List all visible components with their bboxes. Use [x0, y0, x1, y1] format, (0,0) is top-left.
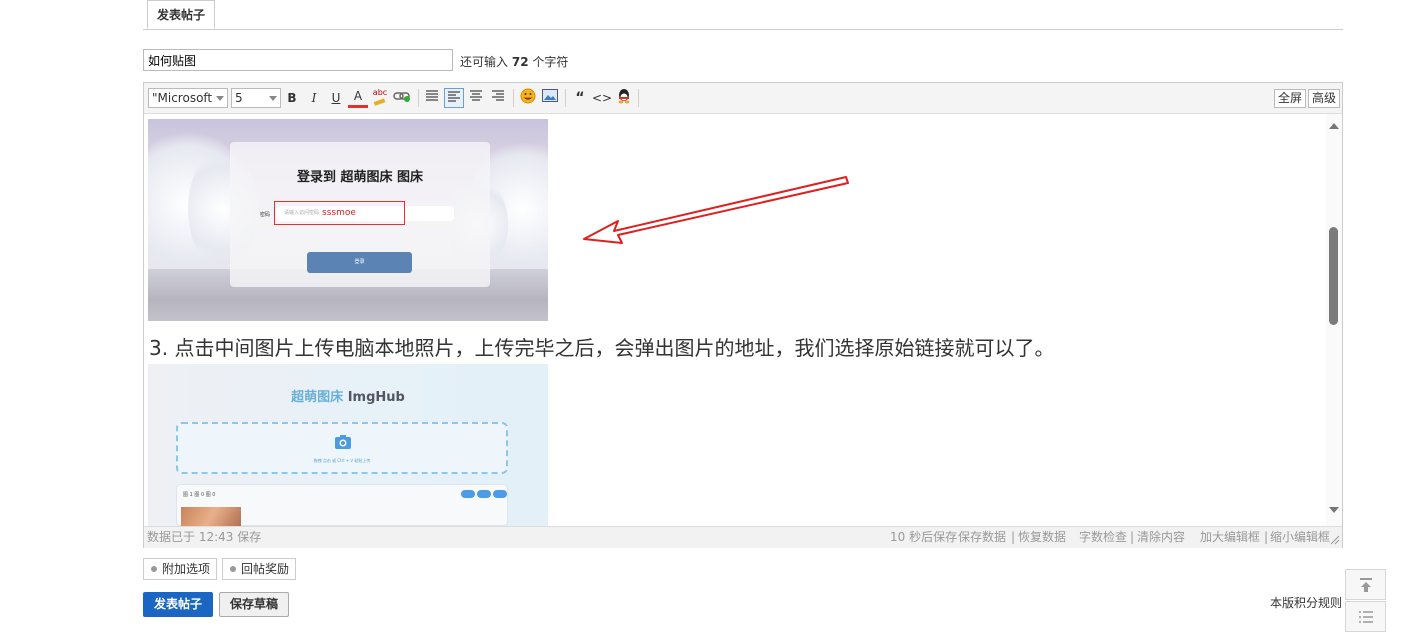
tab-bar — [143, 0, 1343, 30]
reply-reward-button[interactable]: 回帖奖励 — [222, 558, 297, 580]
code-icon: <> — [592, 91, 613, 105]
fullscreen-button[interactable]: 全屏 — [1274, 89, 1307, 108]
enlarge-editor-link[interactable]: 加大编辑框 — [1200, 527, 1260, 547]
editor-statusbar: 数据已于 12:43 保存 10 秒后保存 保存数据 | 恢复数据 字数检查 |… — [144, 526, 1342, 548]
imghub-title: 超萌图床 ImgHub — [148, 386, 548, 405]
editor-content[interactable]: 登录到 超萌图床 图床 密码 请输入访问密码 sssmoe 登录 3. 点击中间… — [144, 114, 1326, 526]
list-icon — [1359, 611, 1373, 623]
remain-prefix: 还可输入 — [460, 55, 509, 69]
justify-button[interactable] — [422, 88, 442, 108]
back-to-top-button[interactable] — [1345, 569, 1386, 600]
shrink-editor-link[interactable]: 缩小编辑框 — [1270, 527, 1330, 547]
camera-icon — [335, 435, 351, 449]
emoticon-icon — [520, 88, 536, 104]
toolbar-separator — [638, 89, 639, 107]
login-screenshot-image: 登录到 超萌图床 图床 密码 请输入访问密码 sssmoe 登录 — [148, 119, 548, 321]
qq-button[interactable] — [614, 88, 634, 108]
image-icon — [542, 89, 558, 102]
list-action-pill — [477, 490, 491, 498]
status-sep: | — [1130, 530, 1135, 544]
remain-suffix: 个字符 — [532, 55, 569, 69]
advanced-button[interactable]: 高级 — [1308, 89, 1341, 108]
tab-post[interactable]: 发表帖子 — [147, 0, 215, 29]
align-left-icon — [448, 91, 460, 102]
underline-button[interactable]: U — [326, 88, 346, 108]
toolbar-separator — [513, 89, 514, 107]
typed-password: sssmoe — [322, 208, 356, 218]
scroll-up-icon[interactable] — [1329, 123, 1339, 129]
status-sep: | — [1011, 530, 1016, 544]
wordcheck-link[interactable]: 字数检查 — [1079, 527, 1127, 547]
extra-options-button[interactable]: 附加选项 — [143, 558, 218, 580]
login-title: 登录到 超萌图床 图床 — [296, 170, 424, 185]
upload-dropzone: 拖拽 点击 或 Ctrl + V 粘贴上传 — [176, 422, 508, 474]
align-justify-icon — [426, 90, 438, 101]
align-center-icon — [470, 90, 482, 101]
qq-icon — [618, 89, 630, 104]
align-left-button[interactable] — [444, 88, 464, 108]
upload-screenshot-image: 超萌图床 ImgHub 拖拽 点击 或 Ctrl + V 粘贴上传 图 1 图 … — [148, 364, 548, 526]
font-size-value: 5 — [235, 91, 243, 105]
editor-toolbar: "Microsoft 5 B I U A abc “ <> 全屏 高级 — [144, 83, 1342, 114]
save-draft-button[interactable]: 保存草稿 — [219, 592, 289, 617]
italic-button[interactable]: I — [304, 88, 324, 108]
emoticon-button[interactable] — [518, 88, 538, 108]
uploaded-thumbnail — [181, 507, 241, 526]
spellcheck-label: abc — [372, 88, 388, 97]
imghub-title-rest: ImgHub — [343, 390, 405, 405]
toolbar-separator — [565, 89, 566, 107]
font-family-value: "Microsoft — [152, 91, 213, 105]
quote-button[interactable]: “ — [570, 88, 590, 108]
pencil-icon — [373, 98, 386, 106]
restore-data-link[interactable]: 恢复数据 — [1018, 527, 1066, 547]
list-button[interactable] — [1345, 601, 1386, 632]
remain-count: 72 — [511, 55, 529, 69]
list-stats: 图 1 图 0 图 0 — [183, 492, 216, 498]
editor: "Microsoft 5 B I U A abc “ <> 全屏 高级 登录到 … — [143, 82, 1343, 548]
code-button[interactable]: <> — [592, 88, 612, 108]
subject-input[interactable] — [143, 49, 453, 71]
board-rules-link[interactable]: 本版积分规则 — [1270, 594, 1342, 611]
scrollbar-thumb[interactable] — [1329, 227, 1338, 325]
list-action-pill — [493, 490, 507, 498]
toolbar-separator — [418, 89, 419, 107]
link-button[interactable] — [392, 88, 412, 108]
font-family-select[interactable]: "Microsoft — [148, 88, 228, 108]
saved-status: 数据已于 12:43 保存 — [147, 530, 262, 544]
align-right-button[interactable] — [488, 88, 508, 108]
extra-options-label: 附加选项 — [162, 562, 211, 576]
imghub-title-colored: 超萌图床 — [291, 390, 344, 405]
autosave-countdown: 10 秒后保存 — [890, 530, 958, 544]
uploaded-list: 图 1 图 0 图 0 — [176, 484, 508, 526]
image-button[interactable] — [540, 88, 560, 108]
password-label: 密码 — [260, 212, 271, 218]
clear-content-link[interactable]: 清除内容 — [1137, 527, 1185, 547]
scroll-down-icon[interactable] — [1329, 507, 1339, 513]
submit-post-button[interactable]: 发表帖子 — [143, 592, 213, 617]
subject-remaining: 还可输入 72 个字符 — [460, 53, 568, 70]
status-sep: | — [1264, 530, 1269, 544]
align-center-button[interactable] — [466, 88, 486, 108]
forecolor-button[interactable]: A — [348, 88, 368, 108]
spellcheck-button[interactable]: abc — [370, 88, 390, 108]
save-data-link[interactable]: 保存数据 — [958, 527, 1006, 547]
resize-grip-icon[interactable] — [1330, 535, 1340, 545]
reply-reward-label: 回帖奖励 — [241, 562, 290, 576]
login-button: 登录 — [307, 252, 412, 273]
login-panel: 登录到 超萌图床 图床 密码 请输入访问密码 sssmoe 登录 — [230, 142, 490, 287]
align-right-icon — [492, 90, 504, 101]
font-size-select[interactable]: 5 — [231, 88, 281, 108]
list-action-pill — [461, 490, 475, 498]
arrow-icon — [583, 176, 849, 244]
link-icon — [393, 92, 410, 102]
bold-button[interactable]: B — [282, 88, 302, 108]
instruction-text: 3. 点击中间图片上传电脑本地照片，上传完毕之后，会弹出图片的地址，我们选择原始… — [149, 336, 1055, 360]
dropzone-text: 拖拽 点击 或 Ctrl + V 粘贴上传 — [313, 458, 371, 463]
back-to-top-icon — [1360, 578, 1372, 592]
quote-icon: “ — [575, 90, 585, 106]
